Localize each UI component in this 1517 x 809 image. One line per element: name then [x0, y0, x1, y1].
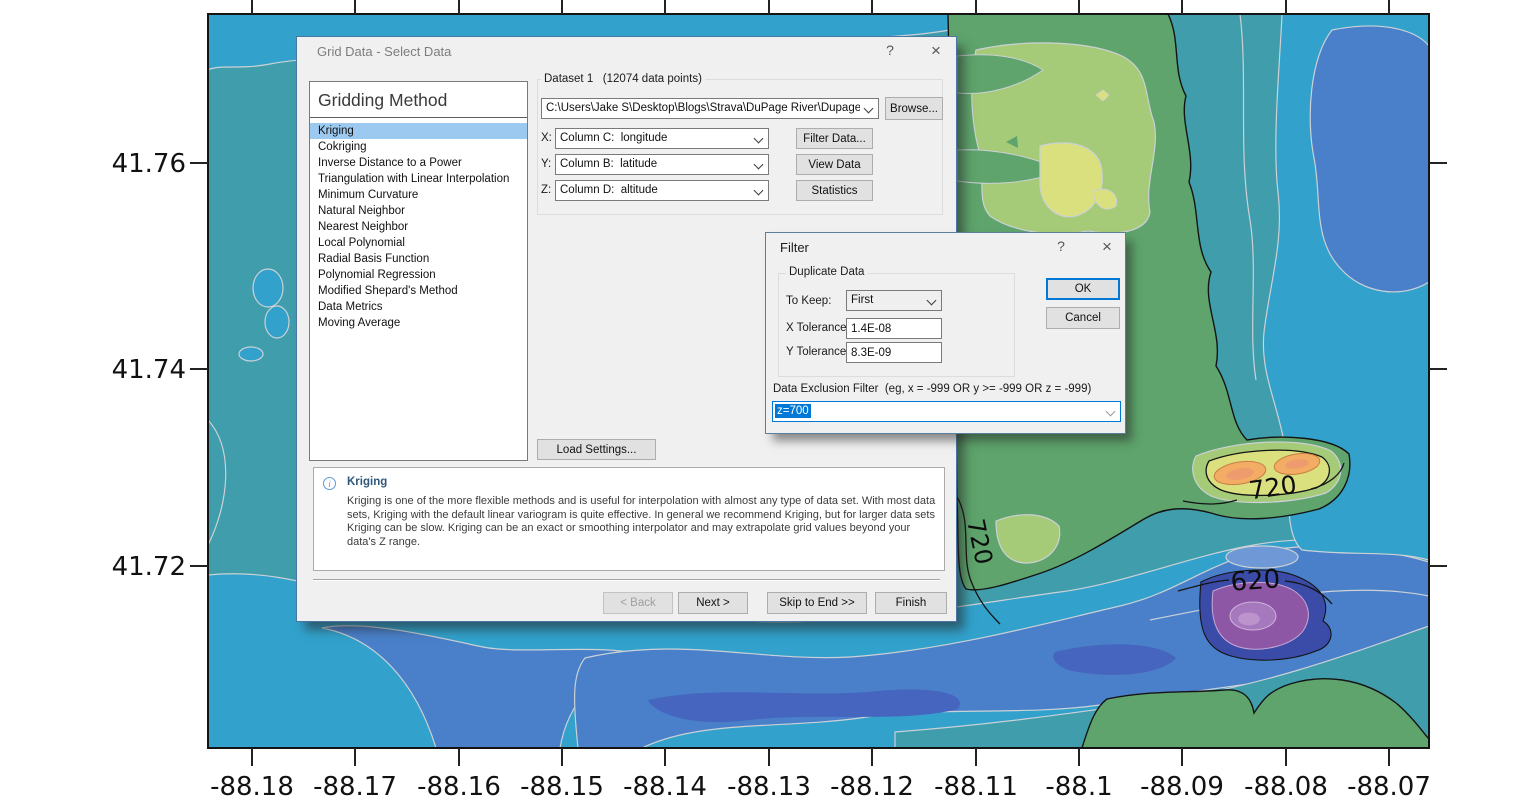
- y-tick-label: 41.74: [112, 355, 186, 385]
- ok-button[interactable]: OK: [1046, 278, 1120, 300]
- x-axis-labels: -88.18 -88.17 -88.16 -88.15 -88.14 -88.1…: [210, 772, 1431, 802]
- x-tick-label: -88.13: [727, 772, 811, 802]
- gridding-method-listbox[interactable]: Gridding Method KrigingCokrigingInverse …: [309, 81, 528, 461]
- x-tick-label: -88.17: [313, 772, 397, 802]
- view-data-button[interactable]: View Data: [796, 154, 873, 175]
- y-tolerance-input[interactable]: [846, 342, 942, 363]
- chevron-down-icon[interactable]: [754, 160, 764, 170]
- x-tick-label: -88.11: [934, 772, 1018, 802]
- gridding-method-heading: Gridding Method: [310, 82, 527, 111]
- statistics-button[interactable]: Statistics: [796, 180, 873, 201]
- contour-label-620: 620: [1230, 564, 1282, 597]
- gridding-method-list: KrigingCokrigingInverse Distance to a Po…: [310, 123, 527, 331]
- x-tick-label: -88.12: [830, 772, 914, 802]
- z-column-combobox[interactable]: Column D: altitude: [555, 180, 769, 201]
- gridding-method-item[interactable]: Minimum Curvature: [310, 187, 527, 203]
- chevron-down-icon[interactable]: [864, 104, 874, 114]
- x-column-combobox[interactable]: Column C: longitude: [555, 128, 769, 149]
- browse-button[interactable]: Browse...: [885, 97, 943, 120]
- info-title: Kriging: [347, 476, 387, 488]
- gridding-method-item[interactable]: Triangulation with Linear Interpolation: [310, 171, 527, 187]
- z-column-label: Z:: [541, 184, 551, 196]
- x-tolerance-input[interactable]: [846, 318, 942, 339]
- chevron-down-icon[interactable]: [927, 296, 937, 306]
- z-column-value: Column D: altitude: [560, 184, 750, 196]
- gridding-method-item[interactable]: Data Metrics: [310, 299, 527, 315]
- x-column-value: Column C: longitude: [560, 132, 750, 144]
- dataset-path-value: C:\Users\Jake S\Desktop\Blogs\Strava\DuP…: [546, 102, 860, 114]
- x-column-label: X:: [541, 132, 552, 144]
- info-icon: i: [323, 477, 336, 490]
- dataset-label: Dataset 1 (12074 data points): [541, 73, 705, 85]
- gridding-method-item[interactable]: Nearest Neighbor: [310, 219, 527, 235]
- x-tick-label: -88.07: [1347, 772, 1431, 802]
- filter-data-button[interactable]: Filter Data...: [796, 128, 873, 149]
- dataset-path-combobox[interactable]: C:\Users\Jake S\Desktop\Blogs\Strava\DuP…: [541, 98, 879, 119]
- close-icon[interactable]: ×: [1098, 238, 1116, 256]
- y-tick-label: 41.72: [112, 552, 186, 582]
- divider: [313, 579, 940, 581]
- x-tick-label: -88.09: [1140, 772, 1224, 802]
- grid-data-dialog-title: Grid Data - Select Data: [317, 44, 451, 59]
- gridding-method-item[interactable]: Natural Neighbor: [310, 203, 527, 219]
- desktop: { "map": { "x_tick_labels": ["-88.18","-…: [0, 0, 1517, 809]
- gridding-method-item[interactable]: Modified Shepard's Method: [310, 283, 527, 299]
- y-tolerance-label: Y Tolerance:: [786, 346, 850, 358]
- exclusion-filter-label: Data Exclusion Filter (eg, x = -999 OR y…: [773, 383, 1091, 395]
- next-button[interactable]: Next >: [678, 592, 748, 614]
- x-tick-label: -88.1: [1045, 772, 1112, 802]
- filter-titlebar[interactable]: Filter ? ×: [766, 233, 1125, 261]
- gridding-method-item[interactable]: Moving Average: [310, 315, 527, 331]
- to-keep-combobox[interactable]: First: [846, 290, 942, 311]
- exclusion-filter-combobox[interactable]: z=700: [772, 401, 1121, 422]
- y-column-combobox[interactable]: Column B: latitude: [555, 154, 769, 175]
- filter-dialog-title: Filter: [780, 240, 809, 255]
- load-settings-button[interactable]: Load Settings...: [537, 439, 656, 460]
- finish-button[interactable]: Finish: [875, 592, 947, 614]
- gridding-method-item[interactable]: Radial Basis Function: [310, 251, 527, 267]
- x-tick-label: -88.14: [623, 772, 707, 802]
- y-axis-labels: 41.76 41.74 41.72: [112, 149, 186, 582]
- info-description: Kriging is one of the more flexible meth…: [347, 495, 939, 549]
- heading-underline: [310, 117, 527, 118]
- to-keep-value: First: [851, 294, 923, 306]
- gridding-method-item[interactable]: Cokriging: [310, 139, 527, 155]
- gridding-method-item[interactable]: Inverse Distance to a Power: [310, 155, 527, 171]
- skip-to-end-button[interactable]: Skip to End >>: [767, 592, 867, 614]
- gridding-method-item[interactable]: Kriging: [310, 123, 527, 139]
- y-column-value: Column B: latitude: [560, 158, 750, 170]
- y-tick-label: 41.76: [112, 149, 186, 179]
- method-info-box: i Kriging Kriging is one of the more fle…: [313, 467, 945, 571]
- x-tick-label: -88.15: [520, 772, 604, 802]
- x-tick-label: -88.18: [210, 772, 294, 802]
- chevron-down-icon[interactable]: [754, 134, 764, 144]
- close-icon[interactable]: ×: [927, 42, 945, 60]
- x-tick-label: -88.08: [1244, 772, 1328, 802]
- chevron-down-icon[interactable]: [754, 186, 764, 196]
- grid-data-titlebar[interactable]: Grid Data - Select Data ? ×: [297, 37, 956, 65]
- x-tolerance-label: X Tolerance:: [786, 322, 850, 334]
- duplicate-data-label: Duplicate Data: [786, 266, 867, 278]
- cancel-button[interactable]: Cancel: [1046, 307, 1120, 329]
- gridding-method-item[interactable]: Local Polynomial: [310, 235, 527, 251]
- x-tick-label: -88.16: [417, 772, 501, 802]
- help-icon[interactable]: ?: [1052, 238, 1070, 256]
- back-button[interactable]: < Back: [603, 592, 673, 614]
- help-icon[interactable]: ?: [881, 42, 899, 60]
- exclusion-filter-value: z=700: [775, 404, 811, 418]
- chevron-down-icon[interactable]: [1106, 407, 1116, 417]
- y-column-label: Y:: [541, 158, 551, 170]
- gridding-method-item[interactable]: Polynomial Regression: [310, 267, 527, 283]
- to-keep-label: To Keep:: [786, 295, 831, 307]
- filter-dialog: Filter ? × Duplicate Data To Keep: First…: [765, 232, 1126, 434]
